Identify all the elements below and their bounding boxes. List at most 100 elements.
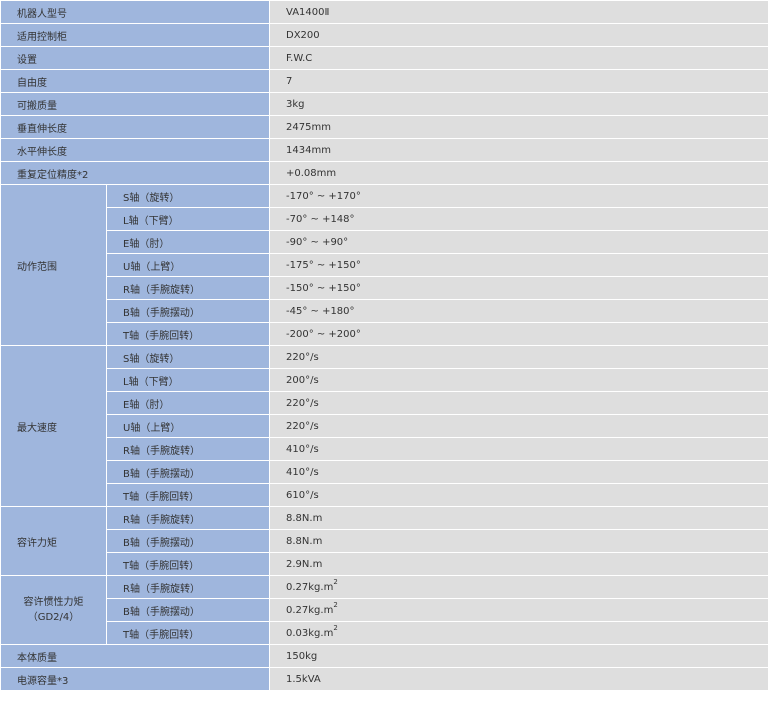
group-label-line: 容许惯性力矩 [23, 597, 84, 608]
row-value: 3kg [269, 92, 769, 116]
superscript: 2 [333, 600, 338, 609]
axis-value: 0.27kg.m2 [269, 575, 769, 599]
axis-label: B轴（手腕摆动） [106, 529, 270, 553]
group-label-motion-range: 动作范围 [0, 184, 107, 346]
row-value: VA1400Ⅱ [269, 0, 769, 24]
superscript: 2 [333, 577, 338, 586]
axis-value: 410°/s [269, 460, 769, 484]
axis-label: B轴（手腕摆动） [106, 598, 270, 622]
row-value: 1434mm [269, 138, 769, 162]
group-label-allowable-moment: 容许力矩 [0, 506, 107, 576]
spec-row-motion-range: U轴（上臂） -175° ~ +150° [1, 253, 769, 277]
spec-row-motion-range: B轴（手腕摆动） -45° ~ +180° [1, 299, 769, 323]
axis-value: 0.03kg.m2 [269, 621, 769, 645]
axis-label: L轴（下臂） [106, 207, 270, 231]
axis-value: 220°/s [269, 345, 769, 369]
spec-row-allowable-moment: B轴（手腕摆动） 8.8N.m [1, 529, 769, 553]
axis-label: R轴（手腕旋转） [106, 506, 270, 530]
spec-row-model: 机器人型号 VA1400Ⅱ [0, 0, 769, 24]
row-value: 2475mm [269, 115, 769, 139]
spec-row-motion-range: E轴（肘） -90° ~ +90° [1, 230, 769, 254]
spec-row-max-speed: R轴（手腕旋转） 410°/s [1, 437, 769, 461]
spec-row-mass: 本体质量 150kg [0, 644, 769, 668]
axis-label: S轴（旋转） [106, 184, 270, 208]
axis-label: U轴（上臂） [106, 414, 270, 438]
row-value: +0.08mm [269, 161, 769, 185]
group-label-allowable-inertia: 容许惯性力矩 （GD2/4） [0, 575, 107, 645]
axis-value: 8.8N.m [269, 529, 769, 553]
axis-label: E轴（肘） [106, 230, 270, 254]
value-text: 0.27kg.m [286, 581, 334, 593]
row-label: 垂直伸长度 [0, 115, 270, 139]
spec-row-allowable-inertia: 容许惯性力矩 （GD2/4） R轴（手腕旋转） 0.27kg.m2 [0, 575, 769, 645]
spec-row-repeatability: 重复定位精度*2 +0.08mm [0, 161, 769, 185]
axis-value: -175° ~ +150° [269, 253, 769, 277]
spec-row-motion-range: R轴（手腕旋转） -150° ~ +150° [1, 276, 769, 300]
row-value: 1.5kVA [269, 667, 769, 691]
group-label-max-speed: 最大速度 [0, 345, 107, 507]
axis-label: R轴（手腕旋转） [106, 575, 270, 599]
row-label: 重复定位精度*2 [0, 161, 270, 185]
spec-row-allowable-inertia: T轴（手腕回转） 0.03kg.m2 [1, 621, 769, 645]
group-label-line: （GD2/4） [27, 612, 80, 623]
spec-row-allowable-moment: 容许力矩 R轴（手腕旋转） 8.8N.m [0, 506, 769, 576]
spec-row-allowable-moment: T轴（手腕回转） 2.9N.m [1, 552, 769, 576]
axis-value: 200°/s [269, 368, 769, 392]
axis-value: -90° ~ +90° [269, 230, 769, 254]
row-label: 本体质量 [0, 644, 270, 668]
axis-label: T轴（手腕回转） [106, 483, 270, 507]
axis-value: -45° ~ +180° [269, 299, 769, 323]
spec-row-payload: 可搬质量 3kg [0, 92, 769, 116]
row-value: 150kg [269, 644, 769, 668]
spec-row-max-speed: U轴（上臂） 220°/s [1, 414, 769, 438]
axis-label: T轴（手腕回转） [106, 322, 270, 346]
spec-row-dof: 自由度 7 [0, 69, 769, 93]
row-label: 设置 [0, 46, 270, 70]
superscript: 2 [333, 623, 338, 632]
axis-value: 2.9N.m [269, 552, 769, 576]
axis-value: -200° ~ +200° [269, 322, 769, 346]
spec-row-setting: 设置 F.W.C [0, 46, 769, 70]
spec-row-max-speed: T轴（手腕回转） 610°/s [1, 483, 769, 507]
value-text: 0.03kg.m [286, 627, 334, 639]
axis-label: U轴（上臂） [106, 253, 270, 277]
spec-row-max-speed: L轴（下臂） 200°/s [1, 368, 769, 392]
axis-value: -70° ~ +148° [269, 207, 769, 231]
row-value: DX200 [269, 23, 769, 47]
axis-value: -150° ~ +150° [269, 276, 769, 300]
spec-row-controller: 适用控制柜 DX200 [0, 23, 769, 47]
row-label: 电源容量*3 [0, 667, 270, 691]
row-value: 7 [269, 69, 769, 93]
spec-row-motion-range: 动作范围 S轴（旋转） -170° ~ +170° [0, 184, 769, 346]
row-label: 自由度 [0, 69, 270, 93]
axis-value: -170° ~ +170° [269, 184, 769, 208]
axis-label: S轴（旋转） [106, 345, 270, 369]
axis-value: 0.27kg.m2 [269, 598, 769, 622]
spec-row-motion-range: T轴（手腕回转） -200° ~ +200° [1, 322, 769, 346]
row-label: 可搬质量 [0, 92, 270, 116]
spec-row-max-speed: 最大速度 S轴（旋转） 220°/s [0, 345, 769, 507]
axis-value: 610°/s [269, 483, 769, 507]
row-value: F.W.C [269, 46, 769, 70]
axis-label: B轴（手腕摆动） [106, 299, 270, 323]
axis-value: 410°/s [269, 437, 769, 461]
spec-row-motion-range: L轴（下臂） -70° ~ +148° [1, 207, 769, 231]
spec-row-max-speed: E轴（肘） 220°/s [1, 391, 769, 415]
spec-row-allowable-inertia: B轴（手腕摆动） 0.27kg.m2 [1, 598, 769, 622]
axis-label: B轴（手腕摆动） [106, 460, 270, 484]
axis-value: 220°/s [269, 391, 769, 415]
spec-table: 机器人型号 VA1400Ⅱ 适用控制柜 DX200 设置 F.W.C 自由度 7… [0, 0, 769, 691]
axis-value: 220°/s [269, 414, 769, 438]
spec-row-horizontal-reach: 水平伸长度 1434mm [0, 138, 769, 162]
axis-label: R轴（手腕旋转） [106, 437, 270, 461]
row-label: 机器人型号 [0, 0, 270, 24]
axis-value: 8.8N.m [269, 506, 769, 530]
value-text: 0.27kg.m [286, 604, 334, 616]
axis-label: E轴（肘） [106, 391, 270, 415]
axis-label: L轴（下臂） [106, 368, 270, 392]
spec-row-vertical-reach: 垂直伸长度 2475mm [0, 115, 769, 139]
axis-label: T轴（手腕回转） [106, 552, 270, 576]
spec-row-max-speed: B轴（手腕摆动） 410°/s [1, 460, 769, 484]
row-label: 适用控制柜 [0, 23, 270, 47]
axis-label: R轴（手腕旋转） [106, 276, 270, 300]
